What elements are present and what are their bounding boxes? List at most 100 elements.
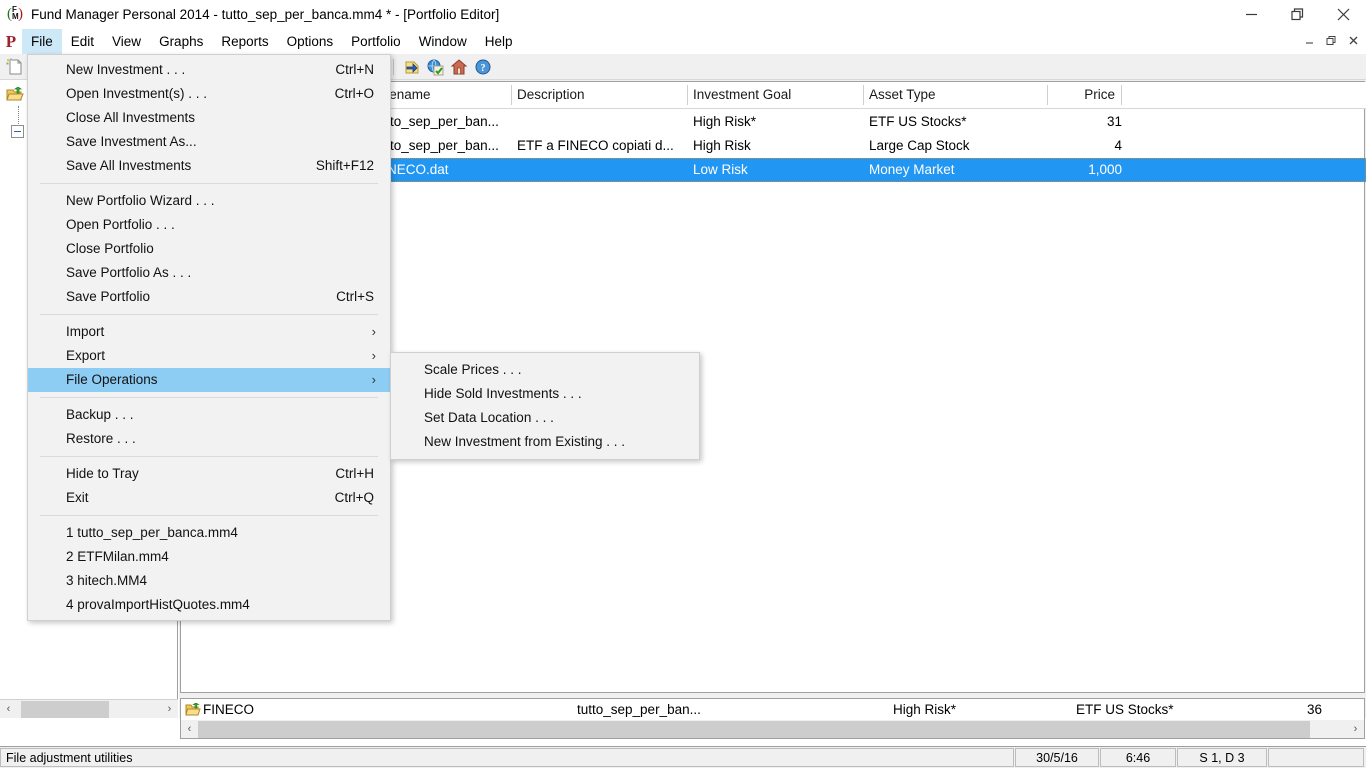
import-arrow-icon[interactable] xyxy=(403,58,421,76)
submenu-item-set-data-location[interactable]: Set Data Location . . . xyxy=(391,406,699,430)
menu-item-label: Export xyxy=(66,348,106,363)
menu-item-label: Close Portfolio xyxy=(66,241,154,256)
submenu-item-scale-prices[interactable]: Scale Prices . . . xyxy=(391,358,699,382)
column-divider[interactable] xyxy=(1121,85,1122,105)
grid-horizontal-scrollbar[interactable]: ‹ › xyxy=(181,720,1364,738)
menu-item-label: Exit xyxy=(66,490,89,505)
menu-separator xyxy=(40,397,378,398)
menu-edit[interactable]: Edit xyxy=(62,29,103,54)
column-divider[interactable] xyxy=(687,85,688,105)
scroll-right-arrow-icon[interactable]: › xyxy=(1347,721,1364,738)
menu-item-new-investment[interactable]: New Investment . . . Ctrl+N xyxy=(28,58,390,82)
menu-item-label: New Portfolio Wizard . . . xyxy=(66,193,215,208)
menu-item-recent-file-3[interactable]: 3 hitech.MM4 xyxy=(28,569,390,593)
submenu-item-hide-sold-investments[interactable]: Hide Sold Investments . . . xyxy=(391,382,699,406)
mdi-restore-button[interactable] xyxy=(1320,30,1342,50)
menu-item-label: File Operations xyxy=(66,372,158,387)
menu-item-restore[interactable]: Restore . . . xyxy=(28,427,390,451)
menu-item-save-all-investments[interactable]: Save All Investments Shift+F12 xyxy=(28,154,390,178)
new-document-icon[interactable] xyxy=(6,58,24,76)
cell-investment-goal: High Risk xyxy=(693,138,751,153)
minimize-button[interactable] xyxy=(1228,0,1274,29)
column-header-price[interactable]: Price xyxy=(981,82,1115,108)
menu-help[interactable]: Help xyxy=(476,29,522,54)
totals-investment-goal: High Risk* xyxy=(893,702,957,717)
menu-item-new-portfolio-wizard[interactable]: New Portfolio Wizard . . . xyxy=(28,189,390,213)
menu-item-accelerator: Ctrl+O xyxy=(334,86,374,101)
totals-price: 36 xyxy=(1306,702,1322,717)
home-icon[interactable] xyxy=(450,58,468,76)
scroll-right-arrow-icon[interactable]: › xyxy=(161,701,178,718)
column-header-investment-goal[interactable]: Investment Goal xyxy=(693,82,858,108)
title-bar: ( F M ) Fund Manager Personal 2014 - tut… xyxy=(0,0,1366,29)
menu-item-save-investment-as[interactable]: Save Investment As... xyxy=(28,130,390,154)
cell-price: 1,000 xyxy=(1088,162,1122,177)
chevron-right-icon: › xyxy=(371,324,376,339)
menu-file[interactable]: File xyxy=(22,29,62,54)
menu-item-recent-file-4[interactable]: 4 provaImportHistQuotes.mm4 xyxy=(28,593,390,617)
mdi-minimize-button[interactable] xyxy=(1298,30,1320,50)
menu-item-recent-file-1[interactable]: 1 tutto_sep_per_banca.mm4 xyxy=(28,521,390,545)
menu-item-open-investments[interactable]: Open Investment(s) . . . Ctrl+O xyxy=(28,82,390,106)
menu-item-save-portfolio[interactable]: Save Portfolio Ctrl+S xyxy=(28,285,390,309)
menu-item-recent-file-2[interactable]: 2 ETFMilan.mm4 xyxy=(28,545,390,569)
menu-options[interactable]: Options xyxy=(278,29,343,54)
menu-item-save-portfolio-as[interactable]: Save Portfolio As . . . xyxy=(28,261,390,285)
cell-filename: FINECO.dat xyxy=(375,162,449,177)
column-header-description[interactable]: Description xyxy=(517,82,677,108)
column-divider[interactable] xyxy=(863,85,864,105)
menu-item-backup[interactable]: Backup . . . xyxy=(28,403,390,427)
file-menu-dropdown: New Investment . . . Ctrl+N Open Investm… xyxy=(27,54,391,621)
totals-symbol: FINECO xyxy=(203,702,255,717)
scroll-thumb[interactable] xyxy=(21,700,109,718)
portfolio-folder-icon xyxy=(185,702,201,717)
menu-item-export[interactable]: Export › xyxy=(28,344,390,368)
status-hint: File adjustment utilities xyxy=(0,748,1014,767)
totals-row[interactable]: FINECO tutto_sep_per_ban... High Risk* E… xyxy=(181,699,1364,721)
menu-view[interactable]: View xyxy=(103,29,150,54)
column-divider[interactable] xyxy=(511,85,512,105)
menu-separator xyxy=(40,314,378,315)
scroll-track[interactable] xyxy=(17,700,161,718)
menu-item-close-all-investments[interactable]: Close All Investments xyxy=(28,106,390,130)
sidebar-horizontal-scrollbar[interactable]: ‹ › xyxy=(0,699,178,718)
restore-button[interactable] xyxy=(1274,0,1320,29)
globe-refresh-icon[interactable] xyxy=(426,58,444,76)
cell-description: ETF a FINECO copiati d... xyxy=(517,138,674,153)
submenu-item-new-investment-from-existing[interactable]: New Investment from Existing . . . xyxy=(391,430,699,454)
svg-text:?: ? xyxy=(481,63,486,74)
menu-graphs[interactable]: Graphs xyxy=(150,29,212,54)
menu-item-label: Restore . . . xyxy=(66,431,136,446)
scroll-thumb[interactable] xyxy=(198,720,1310,738)
menu-item-open-portfolio[interactable]: Open Portfolio . . . xyxy=(28,213,390,237)
menu-item-close-portfolio[interactable]: Close Portfolio xyxy=(28,237,390,261)
menu-item-exit[interactable]: Exit Ctrl+Q xyxy=(28,486,390,510)
fund-manager-icon: ( F M ) xyxy=(7,5,23,22)
menu-item-hide-to-tray[interactable]: Hide to Tray Ctrl+H xyxy=(28,462,390,486)
menu-item-label: 2 ETFMilan.mm4 xyxy=(66,549,169,564)
menu-item-accelerator: Ctrl+S xyxy=(336,289,374,304)
menu-portfolio[interactable]: Portfolio xyxy=(342,29,410,54)
menu-reports[interactable]: Reports xyxy=(212,29,277,54)
collapse-toggle-icon[interactable] xyxy=(11,124,24,138)
menu-item-label: Import xyxy=(66,324,105,339)
column-header-filename[interactable]: Filename xyxy=(375,82,505,108)
cell-filename: tutto_sep_per_ban... xyxy=(375,138,499,153)
status-date: 30/5/16 xyxy=(1015,748,1099,767)
help-icon[interactable]: ? xyxy=(474,58,492,76)
scroll-left-arrow-icon[interactable]: ‹ xyxy=(181,721,198,738)
mdi-close-button[interactable] xyxy=(1342,30,1364,50)
menu-item-import[interactable]: Import › xyxy=(28,320,390,344)
scroll-left-arrow-icon[interactable]: ‹ xyxy=(0,701,17,718)
cell-price: 31 xyxy=(1106,114,1122,129)
menu-item-label: Open Investment(s) . . . xyxy=(66,86,208,101)
menu-item-accelerator: Ctrl+H xyxy=(335,466,374,481)
menu-item-file-operations[interactable]: File Operations › xyxy=(28,368,390,392)
menu-separator xyxy=(40,183,378,184)
menu-window[interactable]: Window xyxy=(410,29,476,54)
close-button[interactable] xyxy=(1320,0,1366,29)
scroll-track[interactable] xyxy=(198,720,1347,738)
status-time: 6:46 xyxy=(1100,748,1176,767)
menu-bar: P File Edit View Graphs Reports Options … xyxy=(0,29,1366,54)
column-divider[interactable] xyxy=(1047,85,1048,105)
